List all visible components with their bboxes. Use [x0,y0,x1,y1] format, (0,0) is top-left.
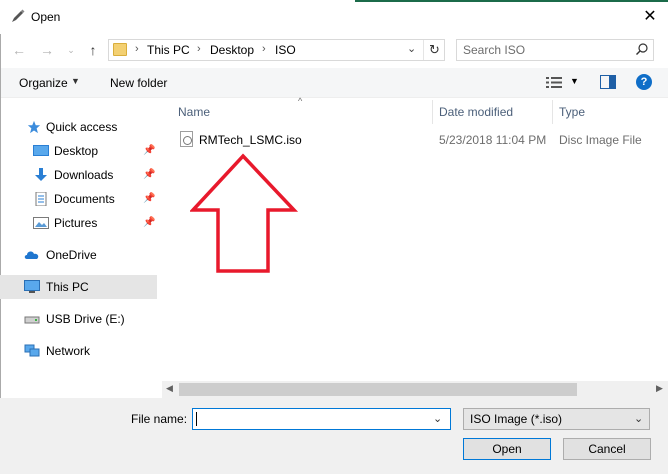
sidebar-item-downloads[interactable]: Downloads 📌 [0,163,157,187]
dialog-footer: File name: ⌄ ISO Image (*.iso) ⌄ Open Ca… [0,398,668,474]
sidebar-item-documents[interactable]: Documents 📌 [0,187,157,211]
forward-arrow-icon[interactable]: → [38,40,56,60]
sidebar-item-label: This PC [46,280,89,294]
pencil-icon [12,9,25,22]
sidebar-item-pictures[interactable]: Pictures 📌 [0,211,157,235]
close-button[interactable]: ✕ [636,4,664,30]
file-date-modified: 5/23/2018 11:04 PM [439,133,547,147]
computer-icon [24,280,40,293]
download-arrow-icon [35,168,47,181]
command-bar: Organize ▼ New folder ▼ ? [0,68,668,98]
star-icon [27,120,41,134]
sidebar-item-quick-access[interactable]: Quick access [0,115,157,139]
pin-icon[interactable]: 📌 [143,193,155,204]
usb-drive-icon [24,316,40,324]
chevron-down-icon[interactable]: ▼ [71,76,80,86]
file-name: RMTech_LSMC.iso [199,133,302,147]
folder-icon [113,43,127,56]
search-placeholder: Search ISO [463,43,526,57]
sidebar-item-label: Quick access [46,120,118,134]
scrollbar-thumb[interactable] [179,383,577,396]
network-icon [24,344,40,357]
sidebar-item-label: OneDrive [46,248,97,262]
horizontal-scrollbar[interactable]: ◀ ▶ [162,381,668,398]
document-icon [35,192,47,206]
organize-button[interactable]: Organize [19,76,68,90]
search-input[interactable]: Search ISO [456,39,654,61]
sidebar-item-label: Documents [54,192,115,206]
search-icon [636,43,648,55]
sidebar-item-onedrive[interactable]: OneDrive [0,243,157,267]
title-bar-accent [355,0,668,2]
annotation-arrow [190,153,299,273]
column-header-name[interactable]: Name [178,105,210,119]
desktop-icon [33,145,49,156]
text-caret [196,412,197,426]
breadcrumb-this-pc[interactable]: This PC [147,43,190,57]
cancel-button[interactable]: Cancel [563,438,651,460]
column-divider[interactable] [552,100,553,124]
sort-ascending-icon: ^ [298,96,303,106]
preview-pane-icon[interactable] [600,75,616,89]
sidebar-item-label: Desktop [54,144,99,158]
chevron-down-icon[interactable]: ⌄ [407,42,416,55]
file-type: Disc Image File [559,133,642,147]
refresh-icon[interactable]: ↻ [423,40,445,60]
window-title: Open [31,10,61,24]
disc-image-file-icon [180,131,193,147]
filetype-select[interactable]: ISO Image (*.iso) ⌄ [463,408,650,430]
breadcrumb-separator: › [262,43,266,55]
breadcrumb-desktop[interactable]: Desktop [210,43,254,57]
filename-input[interactable]: ⌄ [192,408,451,430]
sidebar-item-desktop[interactable]: Desktop 📌 [0,139,157,163]
scroll-left-icon[interactable]: ◀ [166,383,173,394]
chevron-down-icon[interactable]: ⌄ [433,412,442,425]
open-button[interactable]: Open [463,438,551,460]
sidebar-item-network[interactable]: Network [0,339,157,363]
column-divider[interactable] [432,100,433,124]
scroll-right-icon[interactable]: ▶ [656,383,663,394]
column-header-type[interactable]: Type [559,105,585,119]
view-options-icon[interactable] [546,76,562,89]
sidebar-item-label: Downloads [54,168,114,182]
pin-icon[interactable]: 📌 [143,169,155,180]
pictures-icon [33,217,49,229]
up-arrow-icon[interactable]: ↑ [84,40,102,60]
sidebar-item-usb-drive[interactable]: USB Drive (E:) [0,307,157,331]
column-header-date-modified[interactable]: Date modified [439,105,513,119]
filename-label: File name: [131,412,188,426]
address-bar[interactable]: › This PC › Desktop › ISO ⌄ ↻ [108,39,445,61]
sidebar-item-this-pc[interactable]: This PC [0,275,157,299]
sidebar-item-label: USB Drive (E:) [46,312,125,326]
new-folder-button[interactable]: New folder [110,76,167,90]
chevron-down-icon[interactable]: ▼ [570,76,579,86]
breadcrumb-separator: › [135,43,139,55]
chevron-down-icon[interactable]: ⌄ [634,412,643,425]
cloud-icon [24,251,39,259]
help-icon[interactable]: ? [636,74,652,90]
pin-icon[interactable]: 📌 [143,217,155,228]
back-arrow-icon[interactable]: ← [10,40,28,60]
breadcrumb-iso[interactable]: ISO [275,43,296,57]
title-bar: Open ✕ [0,0,668,34]
breadcrumb-separator: › [197,43,201,55]
pin-icon[interactable]: 📌 [143,145,155,156]
filetype-selected-value: ISO Image (*.iso) [470,412,563,426]
column-header-row: ^ Name Date modified Type [170,96,668,124]
sidebar-item-label: Network [46,344,91,358]
table-row[interactable]: RMTech_LSMC.iso 5/23/2018 11:04 PM Disc … [175,129,665,151]
sidebar-item-label: Pictures [54,216,98,230]
recent-locations-chevron-icon[interactable]: ⌄ [62,40,80,60]
